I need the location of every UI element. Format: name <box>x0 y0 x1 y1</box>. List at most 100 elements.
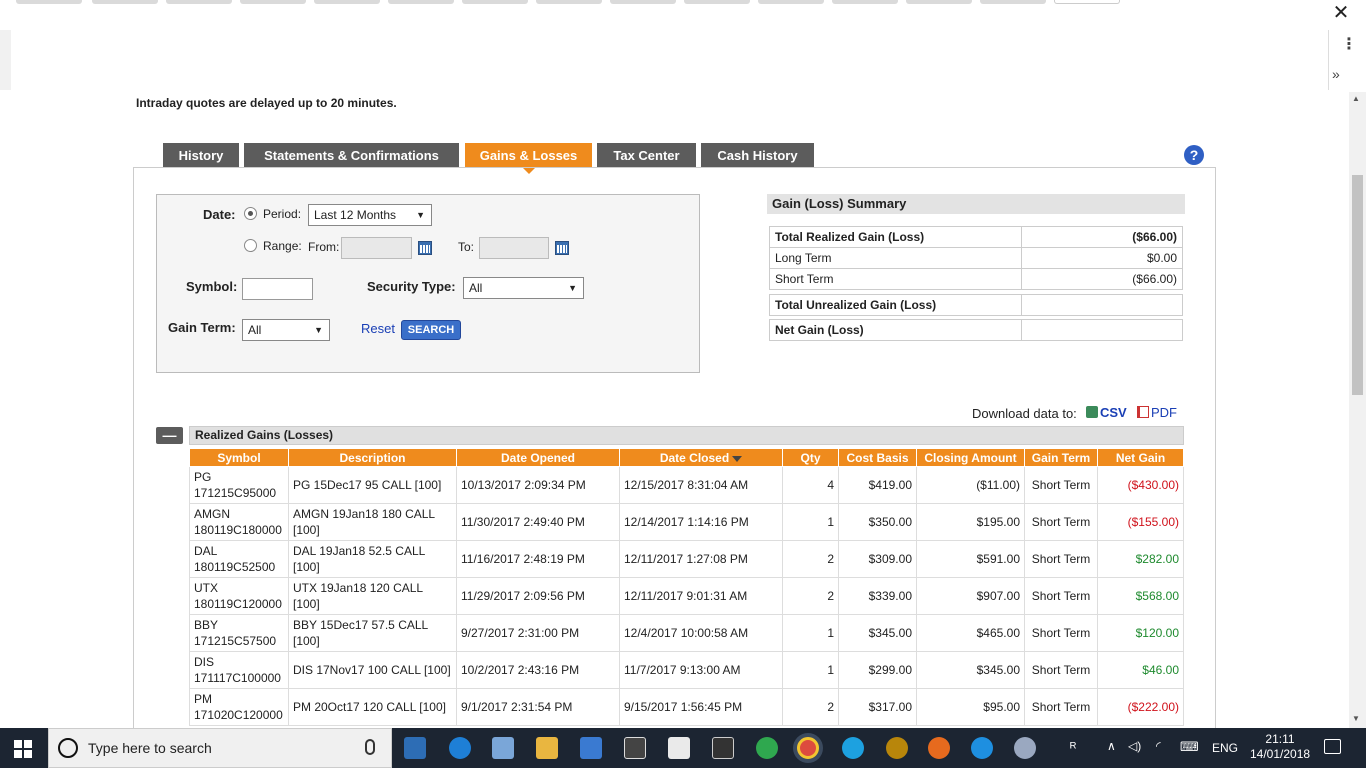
security-type-select[interactable]: All ▼ <box>463 277 584 299</box>
search-button[interactable]: SEARCH <box>401 320 461 340</box>
internet-explorer-icon[interactable] <box>971 737 993 759</box>
file-explorer-icon[interactable] <box>536 737 558 759</box>
app-icon[interactable] <box>886 737 908 759</box>
unrealized-value <box>1021 294 1183 316</box>
browser-tab[interactable] <box>758 0 824 4</box>
close-icon[interactable]: ✕ <box>1330 3 1352 24</box>
browser-tab[interactable] <box>610 0 676 4</box>
browser-tab[interactable] <box>240 0 306 4</box>
firefox-browser-icon[interactable] <box>928 737 950 759</box>
browser-tab[interactable] <box>92 0 158 4</box>
scroll-up-icon[interactable]: ▲ <box>1352 94 1360 103</box>
browser-tab-active[interactable] <box>1054 0 1120 4</box>
period-select-value: Last 12 Months <box>314 208 397 222</box>
microphone-icon[interactable] <box>365 739 375 755</box>
video-editor-icon[interactable] <box>624 737 646 759</box>
column-header-date-closed[interactable]: Date Closed <box>619 448 783 467</box>
tab-statements[interactable]: Statements & Confirmations <box>244 143 459 168</box>
task-view-icon[interactable] <box>404 737 426 759</box>
column-header-qty[interactable]: Qty <box>782 448 839 467</box>
table-row[interactable]: DIS 171117C100000 DIS 17Nov17 100 CALL [10… <box>189 651 1184 689</box>
description-cell: PG 15Dec17 95 CALL [100] <box>288 466 457 504</box>
gain-term-cell: Short Term <box>1024 688 1098 726</box>
period-radio[interactable] <box>244 207 257 220</box>
help-icon[interactable]: ? <box>1184 145 1204 165</box>
tab-gains-losses[interactable]: Gains & Losses <box>465 143 592 174</box>
browser-tab[interactable] <box>388 0 454 4</box>
browser-tab[interactable] <box>684 0 750 4</box>
pdf-download-link[interactable]: PDF <box>1137 405 1177 420</box>
store-icon[interactable] <box>580 737 602 759</box>
table-row[interactable]: UTX 180119C120000 UTX 19Jan18 120 CALL [10… <box>189 577 1184 615</box>
app-icon[interactable] <box>492 737 514 759</box>
phone-app-icon[interactable] <box>756 737 778 759</box>
collapse-button[interactable]: — <box>156 427 183 444</box>
pdf-icon <box>1137 406 1149 418</box>
browser-tab[interactable] <box>462 0 528 4</box>
chrome-browser-icon[interactable] <box>797 737 819 759</box>
messaging-icon[interactable] <box>712 737 734 759</box>
tab-history[interactable]: History <box>163 143 239 168</box>
browser-tab[interactable] <box>166 0 232 4</box>
menu-icon[interactable]: ⋮ <box>1340 37 1358 53</box>
windows-start-icon[interactable] <box>14 740 32 758</box>
column-header-cost-basis[interactable]: Cost Basis <box>838 448 917 467</box>
browser-tab[interactable] <box>314 0 380 4</box>
closing-amount-cell: ($11.00) <box>916 466 1025 504</box>
paint-icon[interactable] <box>1014 737 1036 759</box>
security-type-label: Security Type: <box>367 279 456 294</box>
net-gain-cell: $568.00 <box>1097 577 1184 615</box>
column-header-symbol[interactable]: Symbol <box>189 448 289 467</box>
column-header-description[interactable]: Description <box>288 448 457 467</box>
clock[interactable]: 21:11 14/01/2018 <box>1250 732 1310 762</box>
column-header-closing-amount[interactable]: Closing Amount <box>916 448 1025 467</box>
mail-icon[interactable] <box>668 737 690 759</box>
csv-download-link[interactable]: CSV <box>1086 405 1127 420</box>
tab-tax-center[interactable]: Tax Center <box>597 143 696 168</box>
browser-tab[interactable] <box>980 0 1046 4</box>
scrollbar-thumb[interactable] <box>1352 175 1363 395</box>
wifi-icon[interactable]: ◜ <box>1156 739 1161 753</box>
summary-net-table: Net Gain (Loss) <box>769 319 1183 341</box>
browser-tab[interactable] <box>832 0 898 4</box>
period-select[interactable]: Last 12 Months ▼ <box>308 204 432 226</box>
table-row[interactable]: PG 171215C95000 PG 15Dec17 95 CALL [100] 10… <box>189 466 1184 504</box>
symbol-option-code: 180119C120000 <box>194 597 282 611</box>
keyboard-icon[interactable]: ⌨ <box>1180 739 1199 755</box>
people-icon[interactable]: ᴿ <box>1070 739 1076 755</box>
symbol-cell: BBY 171215C57500 <box>189 614 289 652</box>
qty-cell: 1 <box>782 614 839 652</box>
calendar-icon[interactable] <box>555 241 569 255</box>
gain-term-select[interactable]: All ▼ <box>242 319 330 341</box>
edge-browser-icon[interactable] <box>449 737 471 759</box>
table-row[interactable]: AMGN 180119C180000 AMGN 19Jan18 180 CALL [… <box>189 503 1184 541</box>
volume-icon[interactable]: ◁) <box>1128 739 1141 753</box>
symbol-option-code: 171215C57500 <box>194 634 277 648</box>
scroll-down-icon[interactable]: ▼ <box>1352 714 1360 723</box>
net-gain-cell: ($155.00) <box>1097 503 1184 541</box>
symbol-input[interactable] <box>242 278 313 300</box>
browser-tab[interactable] <box>906 0 972 4</box>
range-radio[interactable] <box>244 239 257 252</box>
date-closed-cell: 12/11/2017 9:01:31 AM <box>619 577 783 615</box>
browser-tab[interactable] <box>536 0 602 4</box>
chevron-up-icon[interactable]: ∧ <box>1107 739 1116 753</box>
date-opened-cell: 10/13/2017 2:09:34 PM <box>456 466 620 504</box>
table-row[interactable]: BBY 171215C57500 BBY 15Dec17 57.5 CALL [10… <box>189 614 1184 652</box>
notifications-icon[interactable] <box>1324 739 1341 754</box>
browser-tab[interactable] <box>16 0 82 4</box>
column-header-date-opened[interactable]: Date Opened <box>456 448 620 467</box>
to-date-input[interactable] <box>479 237 549 259</box>
column-header-gain-term[interactable]: Gain Term <box>1024 448 1098 467</box>
table-row[interactable]: PM 171020C120000 PM 20Oct17 120 CALL [100]… <box>189 688 1184 726</box>
table-row[interactable]: DAL 180119C52500 DAL 19Jan18 52.5 CALL [10… <box>189 540 1184 578</box>
calendar-icon[interactable] <box>418 241 432 255</box>
chevron-right-icon[interactable]: » <box>1332 66 1340 82</box>
column-header-net-gain[interactable]: Net Gain <box>1097 448 1184 467</box>
skype-icon[interactable] <box>842 737 864 759</box>
language-indicator[interactable]: ENG <box>1212 741 1238 755</box>
summary-row-label: Long Term <box>769 247 1022 269</box>
from-date-input[interactable] <box>341 237 412 259</box>
tab-cash-history[interactable]: Cash History <box>701 143 814 168</box>
reset-link[interactable]: Reset <box>361 321 395 336</box>
